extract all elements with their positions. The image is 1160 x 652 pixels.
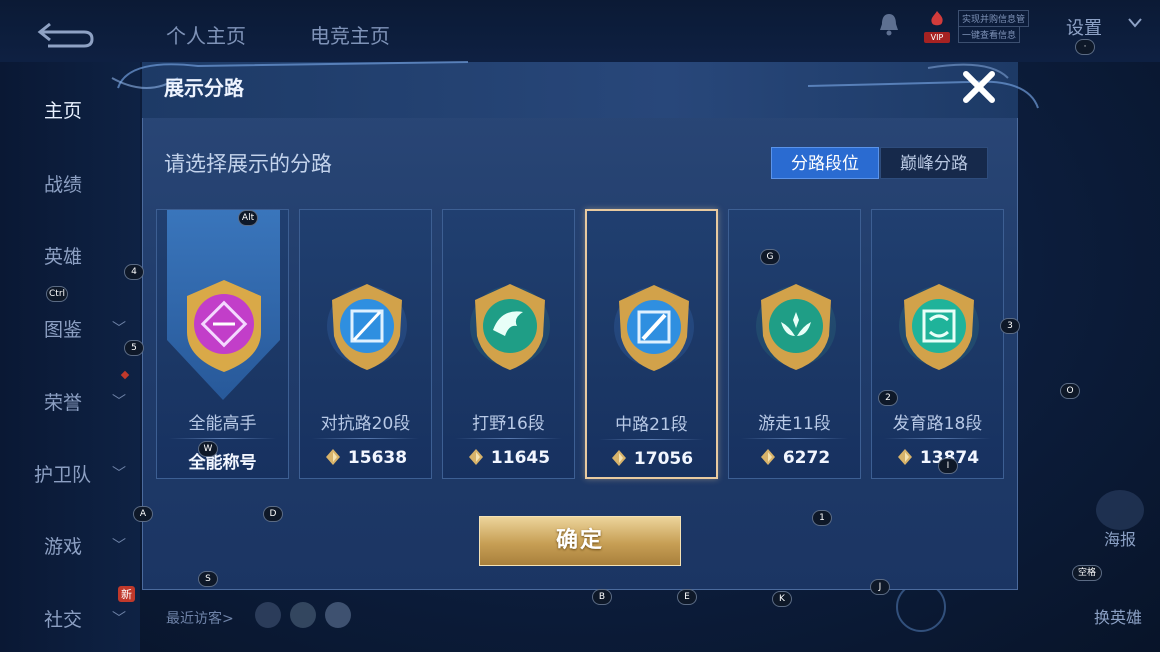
visitor-avatar[interactable] — [255, 602, 281, 628]
notice-line-1[interactable]: 实现并购信息管 — [958, 10, 1030, 27]
lane-card-roam[interactable]: 游走11段 6272 — [728, 209, 861, 479]
dialog-title: 展示分路 — [164, 76, 244, 100]
flame-icon — [931, 11, 943, 26]
lane-label: 游走11段 — [758, 414, 831, 434]
rank-points-icon — [611, 450, 626, 466]
lane-value-text: 15638 — [347, 448, 408, 468]
sidebar-item-home[interactable]: 主页 — [44, 96, 82, 123]
card-divider — [455, 438, 562, 439]
close-icon[interactable] — [958, 68, 1000, 108]
confirm-button[interactable]: 确定 — [479, 516, 681, 566]
key-hint-2: 2 — [878, 390, 898, 406]
key-hint-w: W — [198, 441, 218, 457]
card-divider — [169, 438, 276, 439]
card-divider — [884, 438, 991, 439]
lane-value-text: 全能称号 — [188, 453, 257, 473]
tab-esports-home[interactable]: 电竞主页 — [310, 20, 390, 49]
card-divider — [599, 439, 704, 440]
mid-lane-emblem-icon — [614, 285, 694, 371]
new-badge: 新 — [118, 586, 135, 602]
sidebar-item-collection[interactable]: 图鉴 — [44, 315, 82, 342]
lane-label: 打野16段 — [472, 414, 545, 434]
sidebar-item-games[interactable]: 游戏 — [44, 532, 82, 559]
key-hint-d: D — [263, 506, 283, 522]
sidebar-item-records[interactable]: 战绩 — [44, 170, 82, 197]
chevron-down-icon: ﹀ — [112, 538, 126, 554]
dialog-subtitle: 请选择展示的分路 — [164, 152, 332, 176]
key-hint-i: I — [938, 458, 958, 474]
key-hint-j: J — [870, 579, 890, 595]
lane-value: 全能称号 — [157, 448, 288, 473]
allround-emblem-icon — [187, 280, 261, 372]
chevron-down-icon[interactable] — [1128, 18, 1142, 28]
key-hint-1: 1 — [812, 510, 832, 526]
visitor-avatar[interactable] — [290, 602, 316, 628]
tab-lane-rank[interactable]: 分路段位 — [771, 147, 879, 179]
rank-points-icon — [325, 449, 340, 465]
poster-button[interactable]: 海报 — [1104, 526, 1136, 550]
lane-card-farm[interactable]: 发育路18段 13874 — [871, 209, 1004, 479]
key-hint-e: E — [677, 589, 697, 605]
settings-button[interactable]: 设置 — [1066, 14, 1102, 40]
key-hint-3: 3 — [1000, 318, 1020, 334]
chevron-down-icon: ﹀ — [112, 611, 126, 627]
key-hint-o: O — [1060, 383, 1080, 399]
sidebar-item-social[interactable]: 社交 — [44, 605, 82, 632]
tab-personal-home[interactable]: 个人主页 — [166, 20, 246, 49]
key-hint-a: A — [133, 506, 153, 522]
notice-line-2[interactable]: 一键查看信息 — [958, 26, 1021, 43]
lane-value: 11645 — [443, 448, 574, 468]
lane-value-text: 17056 — [633, 449, 694, 469]
lane-label: 全能高手 — [188, 414, 257, 434]
lane-label: 中路21段 — [615, 415, 688, 435]
bell-icon[interactable] — [878, 12, 900, 36]
lane-card-jungle[interactable]: 打野16段 11645 — [442, 209, 575, 479]
lane-value: 17056 — [587, 449, 716, 469]
lane-value-text: 6272 — [782, 448, 831, 468]
key-hint-alt: Alt — [238, 210, 258, 226]
card-divider — [312, 438, 419, 439]
decorative-swirl-icon — [111, 61, 1039, 109]
rank-points-icon — [897, 449, 912, 465]
sidebar-item-heroes[interactable]: 英雄 — [44, 242, 82, 269]
chevron-down-icon: ﹀ — [112, 394, 126, 410]
change-hero-button[interactable]: 换英雄 — [1094, 604, 1142, 628]
vip-icon[interactable]: VIP — [924, 10, 950, 43]
visitor-avatar[interactable] — [325, 602, 351, 628]
key-hint-dot: · — [1075, 39, 1095, 55]
roam-emblem-icon — [756, 284, 836, 370]
sidebar — [0, 62, 140, 652]
rank-points-icon — [760, 449, 775, 465]
key-hint-ctrl: Ctrl — [46, 286, 69, 302]
lane-value-text: 11645 — [490, 448, 551, 468]
sidebar-item-honor[interactable]: 荣誉 — [44, 388, 82, 415]
lane-value: 6272 — [729, 448, 860, 468]
vip-badge: VIP — [924, 32, 950, 43]
key-hint-5: 5 — [124, 340, 144, 356]
rank-points-icon — [468, 449, 483, 465]
chevron-down-icon: ﹀ — [112, 466, 126, 482]
chevron-down-icon: ﹀ — [112, 321, 126, 337]
lane-card-clash[interactable]: 对抗路20段 15638 — [299, 209, 432, 479]
farm-lane-emblem-icon — [899, 284, 979, 370]
tab-peak-lane[interactable]: 巅峰分路 — [880, 147, 988, 179]
key-hint-space: 空格 — [1072, 565, 1103, 581]
lane-label: 对抗路20段 — [320, 414, 411, 434]
poster-icon — [1096, 490, 1144, 530]
recent-visitors-link[interactable]: 最近访客> — [166, 608, 234, 628]
clash-lane-emblem-icon — [327, 284, 407, 370]
lane-value: 15638 — [300, 448, 431, 468]
key-hint-b: B — [592, 589, 612, 605]
key-hint-k: K — [772, 591, 792, 607]
lane-card-mid-selected[interactable]: 中路21段 17056 — [585, 209, 718, 479]
key-hint-4: 4 — [124, 264, 144, 280]
sidebar-item-guard[interactable]: 护卫队 — [34, 460, 91, 487]
card-divider — [741, 438, 848, 439]
key-hint-s: S — [198, 571, 218, 587]
jungle-emblem-icon — [470, 284, 550, 370]
back-arrow-icon[interactable] — [36, 18, 96, 50]
key-hint-g: G — [760, 249, 780, 265]
lane-card-allround[interactable]: 全能高手 全能称号 — [156, 209, 289, 479]
lane-label: 发育路18段 — [892, 414, 983, 434]
